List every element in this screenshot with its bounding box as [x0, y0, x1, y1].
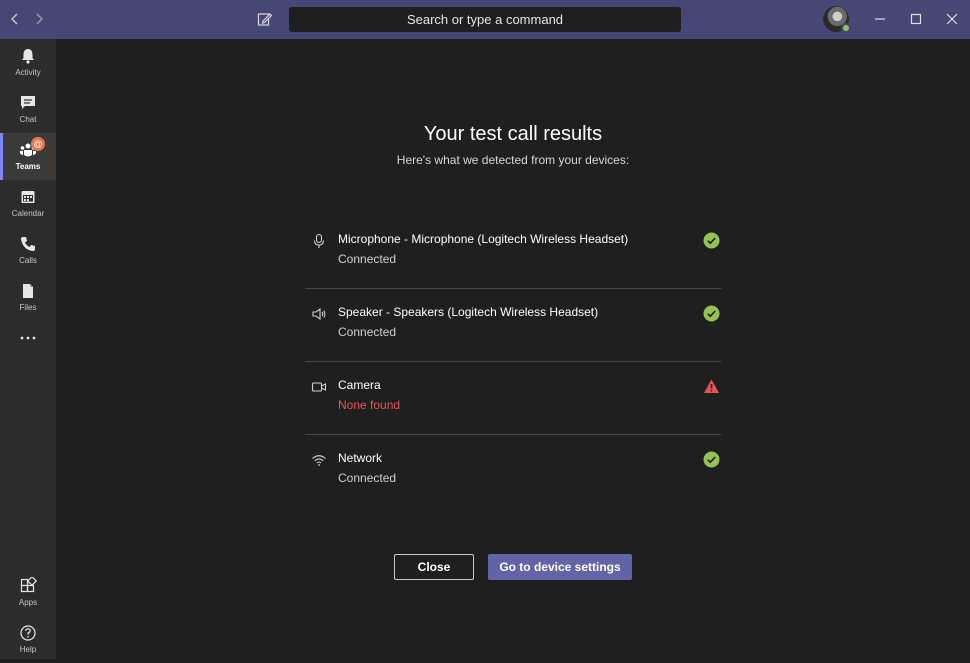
- check-circle-icon: [703, 305, 720, 322]
- compose-icon[interactable]: [257, 11, 273, 27]
- rail-label: Files: [19, 303, 37, 312]
- rail-item-help[interactable]: Help: [0, 616, 56, 663]
- test-call-results-panel: Your test call results Here's what we de…: [56, 39, 970, 659]
- camera-icon: [311, 382, 327, 392]
- rail-item-apps[interactable]: Apps: [0, 569, 56, 616]
- help-icon: [20, 625, 36, 641]
- search-input[interactable]: Search or type a command: [289, 7, 681, 32]
- device-row-microphone: Microphone - Microphone (Logitech Wirele…: [305, 216, 721, 289]
- minimize-icon[interactable]: [871, 10, 889, 28]
- device-status: Connected: [338, 471, 397, 485]
- rail-label: Help: [19, 645, 37, 654]
- device-name: Speaker - Speakers (Logitech Wireless He…: [338, 305, 599, 319]
- check-circle-icon: [703, 451, 720, 468]
- check-circle-icon: [703, 232, 720, 249]
- title-bar: Search or type a command: [0, 0, 970, 39]
- warning-icon: [704, 379, 719, 393]
- presence-available-icon: [841, 23, 851, 33]
- close-window-icon[interactable]: [943, 10, 961, 28]
- apps-icon: [20, 577, 37, 593]
- bell-icon: [22, 49, 34, 64]
- rail-item-calendar[interactable]: Calendar: [0, 180, 56, 227]
- device-row-camera: Camera None found: [305, 362, 721, 435]
- device-row-speaker: Speaker - Speakers (Logitech Wireless He…: [305, 289, 721, 362]
- rail-item-activity[interactable]: Activity: [0, 39, 56, 86]
- microphone-icon: [313, 233, 325, 248]
- rail-label: Calls: [19, 256, 37, 265]
- calendar-icon: [21, 191, 35, 203]
- rail-label: Chat: [19, 115, 37, 124]
- mention-badge: @: [31, 137, 45, 151]
- rail-item-calls[interactable]: Calls: [0, 227, 56, 274]
- search-placeholder: Search or type a command: [406, 12, 564, 27]
- back-arrow-icon[interactable]: [7, 10, 23, 28]
- page-subtitle: Here's what we detected from your device…: [396, 153, 630, 167]
- rail-label: Teams: [15, 162, 41, 171]
- device-row-network: Network Connected: [305, 435, 721, 508]
- page-title: Your test call results: [423, 123, 603, 145]
- more-icon: [20, 336, 36, 340]
- close-button[interactable]: Close: [394, 554, 474, 580]
- forward-arrow-icon[interactable]: [31, 10, 47, 28]
- phone-icon: [21, 237, 35, 251]
- file-icon: [23, 284, 33, 298]
- device-status: None found: [338, 398, 401, 412]
- wifi-icon: [312, 455, 326, 466]
- device-status: Connected: [338, 252, 397, 266]
- device-settings-button[interactable]: Go to device settings: [488, 554, 632, 580]
- device-name: Microphone - Microphone (Logitech Wirele…: [338, 232, 629, 246]
- rail-item-teams[interactable]: @ Teams: [0, 133, 56, 180]
- maximize-icon[interactable]: [907, 10, 925, 28]
- rail-item-chat[interactable]: Chat: [0, 86, 56, 133]
- device-name: Camera: [338, 378, 381, 392]
- rail-label: Calendar: [11, 209, 45, 218]
- active-indicator: [0, 133, 3, 180]
- speaker-icon: [312, 307, 326, 321]
- rail-label: Apps: [18, 598, 38, 607]
- chat-icon: [21, 96, 35, 109]
- device-name: Network: [338, 451, 383, 465]
- app-bar: Activity Chat @ Teams Calendar Calls Fil…: [0, 39, 56, 659]
- device-status: Connected: [338, 325, 397, 339]
- rail-label: Activity: [15, 68, 41, 77]
- rail-item-files[interactable]: Files: [0, 274, 56, 321]
- rail-item-more[interactable]: [0, 321, 56, 368]
